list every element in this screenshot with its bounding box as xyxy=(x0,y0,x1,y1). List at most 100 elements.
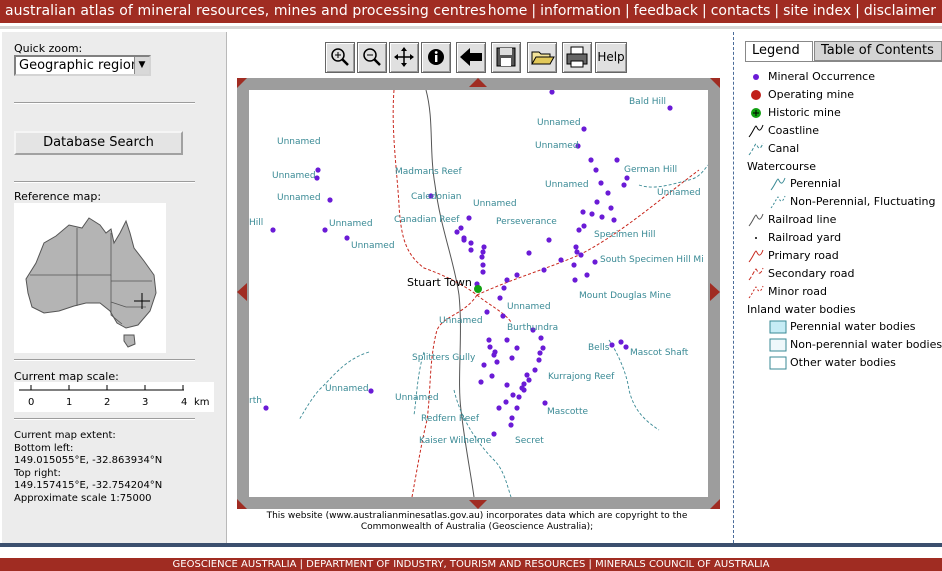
mineral-occurrence-marker[interactable] xyxy=(484,309,490,315)
mineral-occurrence-marker[interactable] xyxy=(667,105,673,111)
mineral-occurrence-marker[interactable] xyxy=(504,277,510,283)
mineral-occurrence-marker[interactable] xyxy=(270,227,276,233)
mineral-occurrence-marker[interactable] xyxy=(491,431,497,437)
mineral-occurrence-marker[interactable] xyxy=(491,352,497,358)
back-arrow-icon[interactable] xyxy=(456,42,486,73)
mineral-occurrence-marker[interactable] xyxy=(598,180,604,186)
mineral-occurrence-marker[interactable] xyxy=(576,227,582,233)
database-search-button[interactable]: Database Search xyxy=(14,131,183,155)
info-icon[interactable] xyxy=(421,42,451,73)
mineral-occurrence-marker[interactable] xyxy=(526,250,532,256)
mineral-occurrence-marker[interactable] xyxy=(327,197,333,203)
mineral-occurrence-marker[interactable] xyxy=(315,167,321,173)
mineral-occurrence-marker[interactable] xyxy=(542,400,548,406)
mineral-occurrence-marker[interactable] xyxy=(593,167,599,173)
mineral-occurrence-marker[interactable] xyxy=(480,249,486,255)
mineral-occurrence-marker[interactable] xyxy=(504,382,510,388)
mineral-occurrence-marker[interactable] xyxy=(496,405,502,411)
mineral-occurrence-marker[interactable] xyxy=(478,379,484,385)
mineral-occurrence-marker[interactable] xyxy=(608,205,614,211)
mineral-occurrence-marker[interactable] xyxy=(481,362,487,368)
mineral-occurrence-marker[interactable] xyxy=(509,355,515,361)
mineral-occurrence-marker[interactable] xyxy=(524,372,530,378)
mineral-occurrence-marker[interactable] xyxy=(621,182,627,188)
mineral-occurrence-marker[interactable] xyxy=(618,339,624,345)
mineral-occurrence-marker[interactable] xyxy=(572,277,578,283)
mineral-occurrence-marker[interactable] xyxy=(468,247,474,253)
mineral-occurrence-marker[interactable] xyxy=(454,229,460,235)
mineral-occurrence-marker[interactable] xyxy=(571,262,577,268)
nav-feedback[interactable]: feedback xyxy=(634,3,698,19)
pan-icon[interactable] xyxy=(389,42,419,73)
mineral-occurrence-marker[interactable] xyxy=(510,392,516,398)
mineral-occurrence-marker[interactable] xyxy=(486,337,492,343)
mineral-occurrence-marker[interactable] xyxy=(514,405,520,411)
mineral-occurrence-marker[interactable] xyxy=(480,262,486,268)
mineral-occurrence-marker[interactable] xyxy=(344,235,350,241)
nav-home[interactable]: home xyxy=(488,3,528,19)
zoom-in-icon[interactable] xyxy=(325,42,355,73)
mineral-occurrence-marker[interactable] xyxy=(514,272,520,278)
mineral-occurrence-marker[interactable] xyxy=(500,313,506,319)
mineral-occurrence-marker[interactable] xyxy=(516,394,522,400)
mineral-occurrence-marker[interactable] xyxy=(508,422,514,428)
mineral-occurrence-marker[interactable] xyxy=(541,267,547,273)
nav-contacts[interactable]: contacts xyxy=(711,3,771,19)
mineral-occurrence-marker[interactable] xyxy=(458,225,464,231)
mineral-occurrence-marker[interactable] xyxy=(624,175,630,181)
nav-information[interactable]: information xyxy=(540,3,621,19)
tab-table-of-contents[interactable]: Table of Contents xyxy=(814,41,942,61)
mineral-occurrence-marker[interactable] xyxy=(589,211,595,217)
mineral-occurrence-marker[interactable] xyxy=(468,240,474,246)
mineral-occurrence-marker[interactable] xyxy=(614,157,620,163)
mineral-occurrence-marker[interactable] xyxy=(480,269,486,275)
mineral-occurrence-marker[interactable] xyxy=(592,259,598,265)
mineral-occurrence-marker[interactable] xyxy=(466,215,472,221)
mineral-occurrence-marker[interactable] xyxy=(546,237,552,243)
historic-mine-marker[interactable] xyxy=(474,285,482,293)
mineral-occurrence-marker[interactable] xyxy=(497,295,503,301)
save-icon[interactable] xyxy=(491,42,521,73)
mineral-occurrence-marker[interactable] xyxy=(494,359,500,365)
mineral-occurrence-marker[interactable] xyxy=(584,272,590,278)
mineral-occurrence-marker[interactable] xyxy=(578,252,584,258)
mineral-occurrence-marker[interactable] xyxy=(538,335,544,341)
mineral-occurrence-marker[interactable] xyxy=(605,190,611,196)
quick-zoom-select[interactable]: Geographic region ▼ xyxy=(14,55,151,76)
mineral-occurrence-marker[interactable] xyxy=(503,399,509,405)
mineral-occurrence-marker[interactable] xyxy=(623,344,629,350)
mineral-occurrence-marker[interactable] xyxy=(594,199,600,205)
mineral-occurrence-marker[interactable] xyxy=(540,345,546,351)
mineral-occurrence-marker[interactable] xyxy=(581,126,587,132)
mineral-occurrence-marker[interactable] xyxy=(558,257,564,263)
mineral-occurrence-marker[interactable] xyxy=(611,217,617,223)
print-icon[interactable] xyxy=(562,42,592,73)
mineral-occurrence-marker[interactable] xyxy=(489,373,495,379)
map-canvas[interactable]: Bald Hill Unnamed German Hill Unnamed Unname… xyxy=(249,90,708,497)
open-folder-icon[interactable] xyxy=(527,42,557,73)
mineral-occurrence-marker[interactable] xyxy=(504,337,510,343)
mineral-occurrence-marker[interactable] xyxy=(322,227,328,233)
chevron-down-icon[interactable]: ▼ xyxy=(134,57,149,74)
mineral-occurrence-marker[interactable] xyxy=(532,367,538,373)
mineral-occurrence-marker[interactable] xyxy=(526,377,532,383)
nav-disclaimer[interactable]: disclaimer xyxy=(864,3,936,19)
mineral-occurrence-marker[interactable] xyxy=(588,157,594,163)
mineral-occurrence-marker[interactable] xyxy=(509,415,515,421)
mineral-occurrence-marker[interactable] xyxy=(501,285,507,291)
mineral-occurrence-marker[interactable] xyxy=(573,244,579,250)
reference-map[interactable] xyxy=(14,203,166,353)
mineral-occurrence-marker[interactable] xyxy=(481,244,487,250)
mineral-occurrence-marker[interactable] xyxy=(521,381,527,387)
mineral-occurrence-marker[interactable] xyxy=(514,345,520,351)
mineral-occurrence-marker[interactable] xyxy=(549,90,555,95)
nav-site-index[interactable]: site index xyxy=(783,3,851,19)
mineral-occurrence-marker[interactable] xyxy=(599,214,605,220)
mineral-occurrence-marker[interactable] xyxy=(487,344,493,350)
mineral-occurrence-marker[interactable] xyxy=(368,388,374,394)
help-button[interactable]: Help xyxy=(595,42,627,73)
mineral-occurrence-marker[interactable] xyxy=(609,342,615,348)
mineral-occurrence-marker[interactable] xyxy=(580,209,586,215)
mineral-occurrence-marker[interactable] xyxy=(461,237,467,243)
tab-legend[interactable]: Legend xyxy=(745,41,813,61)
